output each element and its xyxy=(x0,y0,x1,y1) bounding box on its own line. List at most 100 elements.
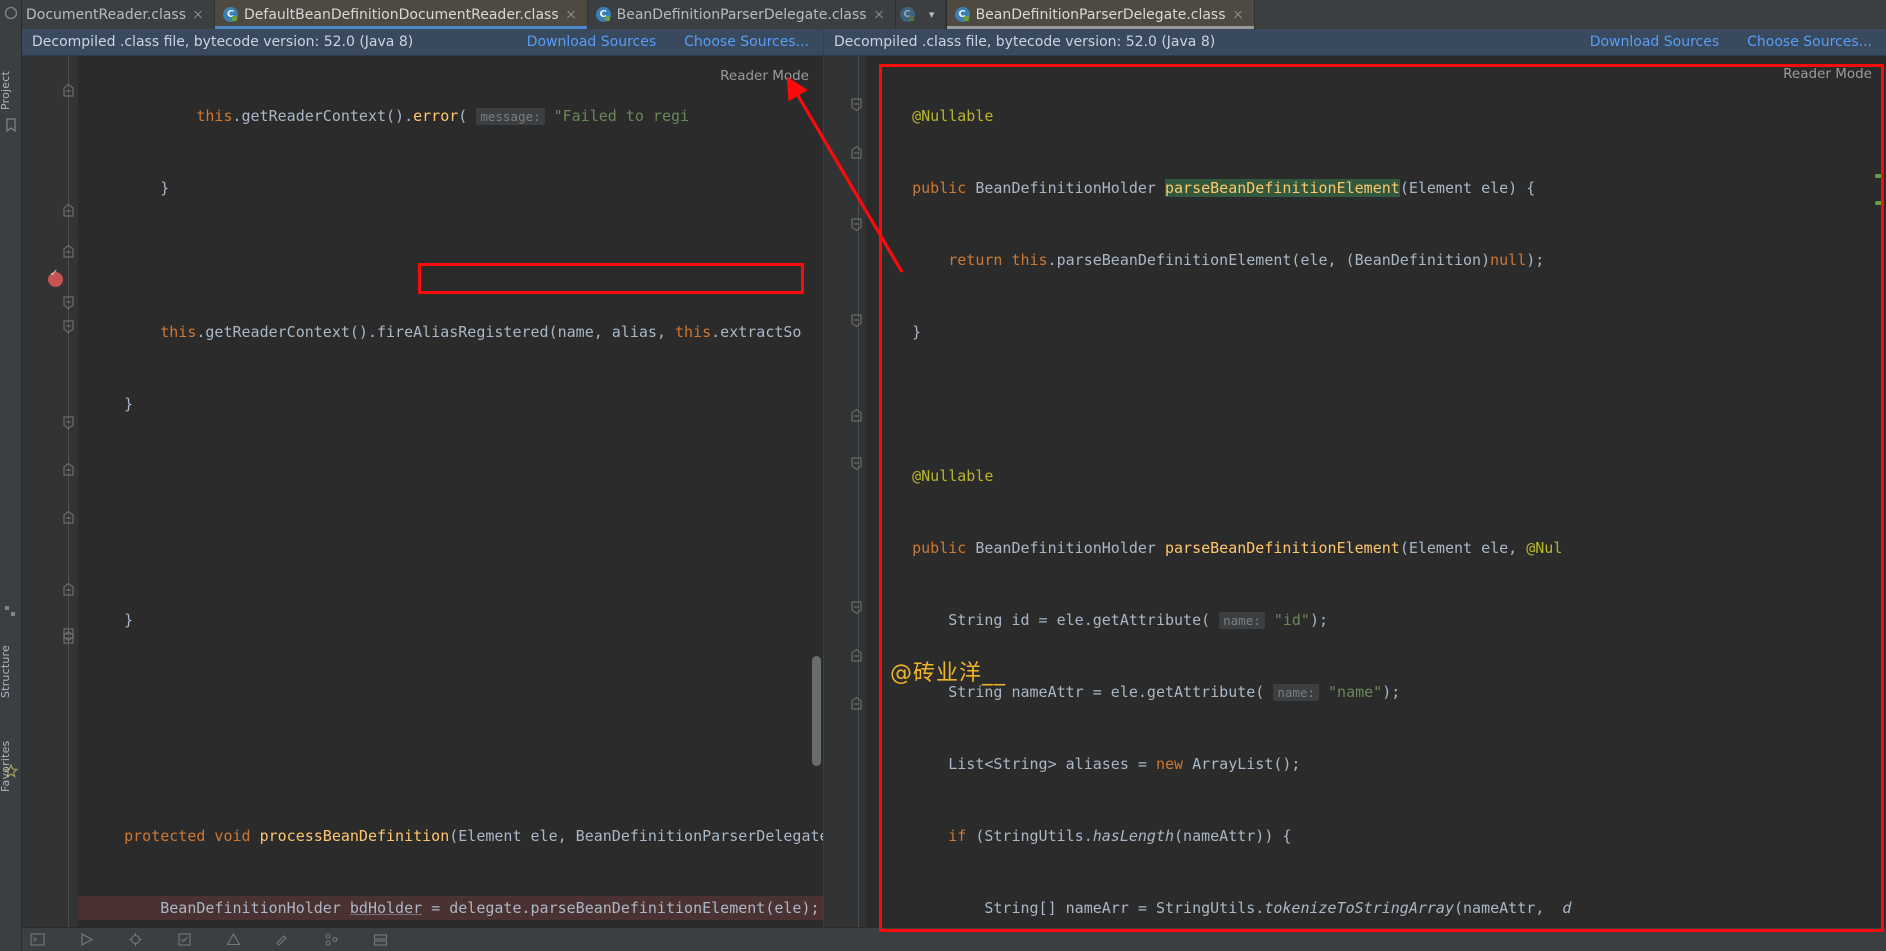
build-icon[interactable] xyxy=(275,932,290,947)
structure-icon[interactable] xyxy=(4,604,18,618)
watermark-text: @砖业洋__ xyxy=(890,661,1007,686)
gutter-divider xyxy=(68,56,69,927)
code-line: protected void processBeanDefinition(Ele… xyxy=(124,827,823,845)
close-icon[interactable] xyxy=(565,9,577,21)
reader-mode-label-left[interactable]: Reader Mode xyxy=(720,68,809,84)
error-stripe-mark[interactable] xyxy=(1875,174,1884,178)
fold-marker[interactable] xyxy=(850,697,863,710)
code-line: String nameAttr = ele.getAttribute( name… xyxy=(876,683,1401,701)
error-stripe-mark[interactable] xyxy=(1875,201,1884,205)
download-sources-link[interactable]: Download Sources xyxy=(1576,34,1733,50)
fold-marker-collapsible[interactable] xyxy=(62,416,75,429)
fold-marker[interactable] xyxy=(62,84,75,97)
git-icon[interactable] xyxy=(324,932,339,947)
code-line: public BeanDefinitionHolder parseBeanDef… xyxy=(912,539,1563,557)
banner-message: Decompiled .class file, bytecode version… xyxy=(834,34,1216,50)
fold-marker-collapsible[interactable] xyxy=(62,296,75,309)
debug-icon[interactable] xyxy=(128,932,143,947)
code-line: } xyxy=(88,395,134,413)
services-icon[interactable] xyxy=(373,932,388,947)
code-content-left[interactable]: this.getReaderContext().error( message: … xyxy=(78,56,823,927)
learn-icon[interactable] xyxy=(4,6,18,20)
fold-marker-collapsible[interactable] xyxy=(850,601,863,614)
tool-window-favorites[interactable]: Favorites xyxy=(0,714,23,793)
problems-icon[interactable] xyxy=(226,932,241,947)
fold-marker xyxy=(62,246,75,259)
code-line: String[] nameArr = StringUtils.tokenizeT… xyxy=(876,899,1572,917)
decompiled-banner-left: Decompiled .class file, bytecode version… xyxy=(22,29,823,56)
left-tool-strip: Project Structure Favorites xyxy=(0,0,22,951)
tab-default-bean-definition-document-reader[interactable]: C DefaultBeanDefinitionDocumentReader.cl… xyxy=(215,0,588,29)
code-line: } xyxy=(876,323,922,341)
ide-window: Project Structure Favorites DocumentRead… xyxy=(0,0,1886,951)
code-content-right[interactable]: @Nullable public BeanDefinitionHolder pa… xyxy=(866,56,1886,927)
banner-message: Decompiled .class file, bytecode version… xyxy=(32,34,414,50)
code-line: this.getReaderContext().error( message: … xyxy=(88,107,690,125)
gutter-divider xyxy=(858,56,859,927)
fold-marker-collapsible[interactable] xyxy=(850,98,863,111)
code-line: return this.parseBeanDefinitionElement(e… xyxy=(948,251,1545,269)
fold-marker[interactable] xyxy=(850,649,863,662)
fold-marker[interactable] xyxy=(850,146,863,159)
terminal-icon[interactable] xyxy=(30,932,45,947)
reader-mode-label-right[interactable]: Reader Mode xyxy=(1783,66,1872,82)
editor-gutter-left[interactable] xyxy=(22,56,78,927)
fold-marker-collapsible[interactable] xyxy=(62,628,75,641)
fold-marker[interactable] xyxy=(62,511,75,524)
code-line: } xyxy=(88,179,170,197)
chevron-down-icon[interactable]: ▾ xyxy=(921,0,943,29)
tool-window-project[interactable]: Project xyxy=(0,48,23,110)
bookmark-icon[interactable] xyxy=(4,118,18,132)
java-class-icon: C xyxy=(954,7,970,22)
code-line: this.getReaderContext().fireAliasRegiste… xyxy=(88,323,802,341)
java-class-icon: C xyxy=(223,7,238,22)
decompiled-banner-right: Decompiled .class file, bytecode version… xyxy=(824,29,1886,56)
fold-marker-collapsible[interactable] xyxy=(850,218,863,231)
todo-icon[interactable] xyxy=(177,932,192,947)
tab-document-reader[interactable]: DocumentReader.class xyxy=(22,0,215,29)
code-line: @Nullable xyxy=(912,107,994,125)
code-line: public BeanDefinitionHolder parseBeanDef… xyxy=(912,179,1536,197)
vertical-scrollbar-left[interactable] xyxy=(812,656,821,766)
fold-marker[interactable] xyxy=(62,583,75,596)
editor-gutter-right[interactable] xyxy=(824,56,866,927)
close-icon[interactable] xyxy=(1232,9,1244,21)
fold-marker[interactable] xyxy=(62,463,75,476)
code-line: String id = ele.getAttribute( name: "id"… xyxy=(876,611,1329,629)
fold-marker-collapsible[interactable] xyxy=(850,457,863,470)
fold-marker[interactable] xyxy=(62,204,75,217)
tab-label: DocumentReader.class xyxy=(26,6,186,23)
code-line: List<String> aliases = new ArrayList(); xyxy=(876,755,1301,773)
java-class-icon: C xyxy=(595,7,611,22)
close-icon[interactable] xyxy=(873,9,885,21)
tab-bean-definition-parser-delegate-left[interactable]: C BeanDefinitionParserDelegate.class xyxy=(588,0,896,29)
code-line: } xyxy=(88,611,134,629)
editor-pane-left[interactable]: this.getReaderContext().error( message: … xyxy=(22,56,823,927)
download-sources-link[interactable]: Download Sources xyxy=(513,34,670,50)
tab-label: BeanDefinitionParserDelegate.class xyxy=(616,6,867,23)
choose-sources-link[interactable]: Choose Sources... xyxy=(670,34,823,50)
breakpoint-marker[interactable] xyxy=(48,268,63,287)
tool-window-structure[interactable]: Structure xyxy=(0,620,23,698)
tab-label: BeanDefinitionParserDelegate.class xyxy=(975,6,1226,23)
tab-bean-definition-parser-delegate-right[interactable]: C BeanDefinitionParserDelegate.class xyxy=(946,0,1255,29)
java-class-icon: C xyxy=(899,7,915,22)
status-bar xyxy=(0,927,1886,951)
code-line: if (StringUtils.hasLength(nameAttr)) { xyxy=(948,827,1292,845)
close-icon[interactable] xyxy=(192,9,204,21)
editor-pane-right[interactable]: @Nullable public BeanDefinitionHolder pa… xyxy=(824,56,1886,927)
fold-marker-collapsible[interactable] xyxy=(62,320,75,333)
fold-marker[interactable] xyxy=(850,409,863,422)
star-icon[interactable] xyxy=(4,764,18,778)
choose-sources-link[interactable]: Choose Sources... xyxy=(1733,34,1886,50)
fold-marker-collapsible[interactable] xyxy=(850,314,863,327)
tab-label: DefaultBeanDefinitionDocumentReader.clas… xyxy=(244,6,559,23)
code-line: @Nullable xyxy=(912,467,994,485)
tab-overflow-group[interactable]: C ▾ xyxy=(896,0,946,29)
run-icon[interactable] xyxy=(79,932,94,947)
